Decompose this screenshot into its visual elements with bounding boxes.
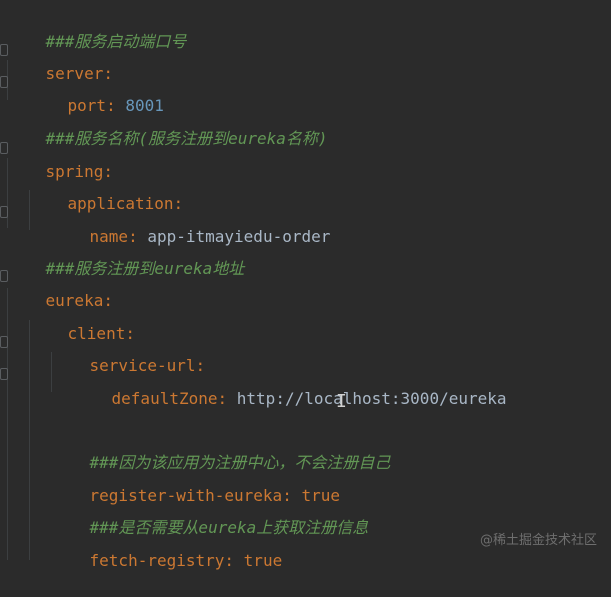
fold-marker-icon[interactable]	[0, 368, 8, 380]
fold-marker-icon[interactable]	[0, 336, 8, 348]
code-line[interactable]: ###是否需要从eureka上获取注册信息	[51, 492, 369, 537]
code-line[interactable]: application:	[29, 168, 184, 213]
yaml-value-boolean: true	[243, 551, 283, 570]
code-line[interactable]: ###服务名称(服务注册到eureka名称)	[7, 103, 328, 148]
code-line[interactable]: ###服务注册到eureka地址	[7, 233, 245, 278]
code-line[interactable]: port: 8001	[29, 70, 164, 115]
code-line[interactable]: name: app-itmayiedu-order	[51, 201, 331, 246]
code-line[interactable]: ###服务启动端口号	[7, 6, 187, 51]
yaml-key: defaultZone	[111, 389, 218, 408]
code-editor[interactable]: ###服务启动端口号 server: port: 8001 ###服务名称(服务…	[0, 0, 611, 570]
text-cursor-icon: I	[336, 391, 347, 412]
code-line[interactable]: eureka:	[7, 265, 113, 310]
code-line[interactable]: client:	[29, 298, 135, 343]
code-line[interactable]: service-url:	[51, 330, 206, 375]
code-line[interactable]: spring:	[7, 136, 113, 181]
yaml-colon: :	[217, 389, 228, 408]
code-line[interactable]: defaultZone: http://localhost:3000/eurek…	[73, 363, 507, 408]
code-line[interactable]: fetch-registry: true	[51, 525, 283, 570]
yaml-colon: :	[224, 551, 235, 570]
yaml-value-string: http://localhost:3000/eureka	[236, 389, 507, 408]
yaml-key: fetch-registry	[89, 551, 225, 570]
watermark: @稀土掘金技术社区	[479, 533, 597, 548]
code-line[interactable]: ###因为该应用为注册中心，不会注册自己	[51, 427, 391, 472]
code-line[interactable]: server:	[7, 38, 113, 83]
code-line[interactable]: register-with-eureka: true	[51, 460, 340, 505]
